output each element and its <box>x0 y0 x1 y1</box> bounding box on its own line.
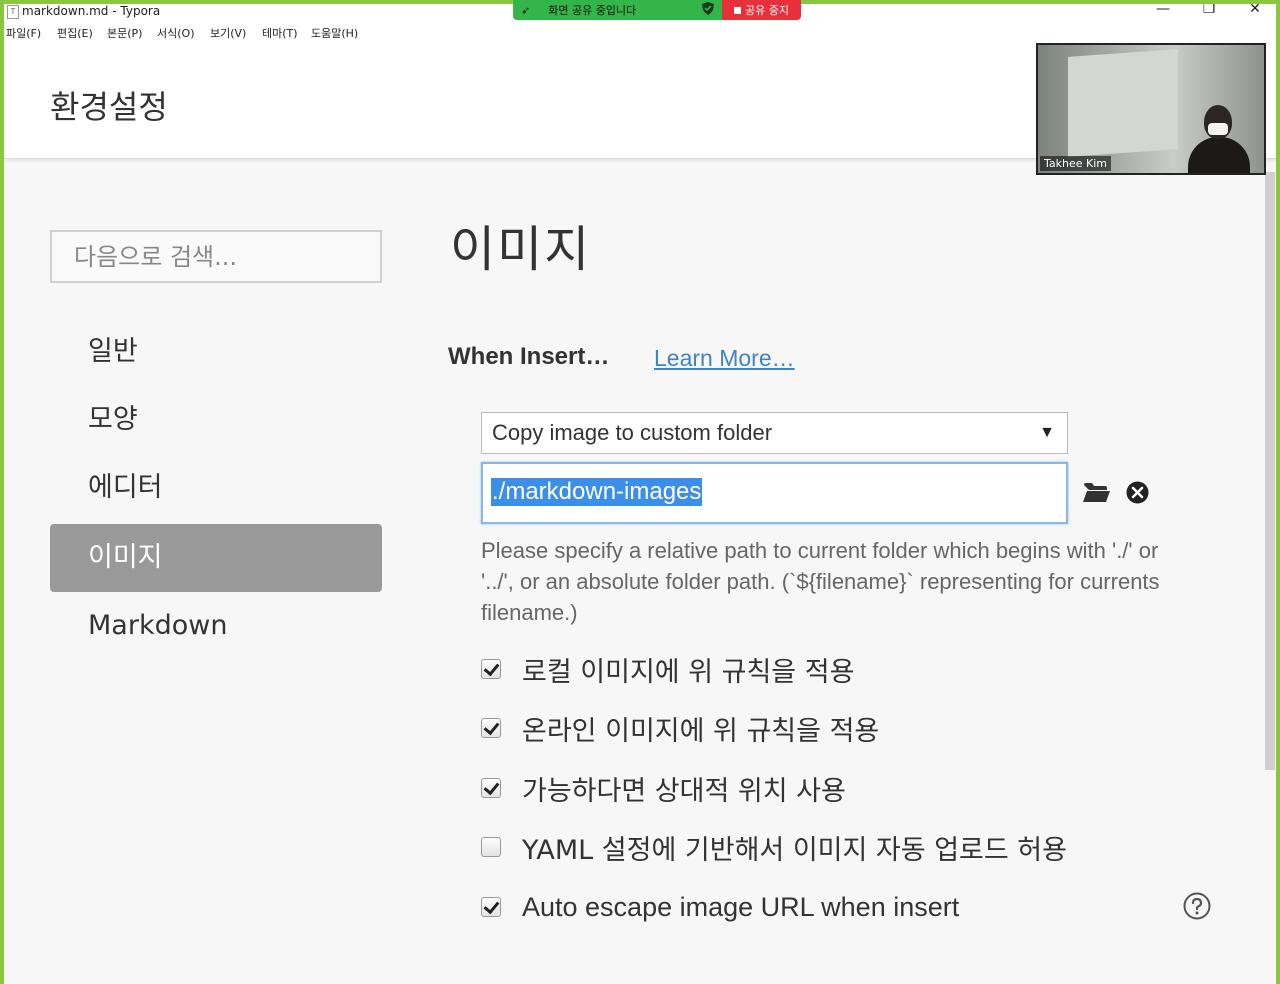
label-yaml-upload: YAML 설정에 기반해서 이미지 자동 업로드 허용 <box>522 834 1067 866</box>
search-box[interactable] <box>50 230 382 283</box>
menu-view[interactable]: 보기(V) <box>210 25 246 41</box>
share-status: ➶ 화면 공유 중입니다 <box>513 0 722 20</box>
option-yaml-upload[interactable]: YAML 설정에 기반해서 이미지 자동 업로드 허용 <box>481 829 1067 866</box>
shield-icon <box>702 2 714 18</box>
menu-file[interactable]: 파일(F) <box>6 25 41 41</box>
stop-icon <box>734 6 741 14</box>
sidebar-item-markdown[interactable]: Markdown <box>50 592 382 660</box>
option-apply-online[interactable]: 온라인 이미지에 위 규칙을 적용 <box>481 710 880 747</box>
minimize-button[interactable]: — <box>1148 1 1178 17</box>
label-relative-path: 가능하다면 상대적 위치 사용 <box>522 775 846 807</box>
when-insert-heading: When Insert… <box>448 343 610 370</box>
menu-help[interactable]: 도움말(H) <box>311 25 358 41</box>
sidebar-item-editor[interactable]: 에디터 <box>50 454 382 522</box>
label-auto-escape: Auto escape image URL when insert <box>522 891 960 922</box>
scrollbar[interactable] <box>1265 172 1275 770</box>
share-status-text: 화면 공유 중입니다 <box>548 4 637 17</box>
participant-name: Takhee Kim <box>1040 156 1111 171</box>
image-folder-value[interactable]: ./markdown-images <box>491 478 703 506</box>
label-apply-online: 온라인 이미지에 위 규칙을 적용 <box>522 715 880 747</box>
sidebar-item-general[interactable]: 일반 <box>50 318 382 386</box>
window-title: markdown.md - Typora <box>22 4 161 18</box>
sidebar-item-image[interactable]: 이미지 <box>50 524 382 592</box>
label-apply-local: 로컬 이미지에 위 규칙을 적용 <box>522 656 855 688</box>
participant-figure <box>1188 105 1250 173</box>
close-window-button[interactable]: ✕ <box>1240 1 1270 17</box>
option-relative-path[interactable]: 가능하다면 상대적 위치 사용 <box>481 770 846 807</box>
help-icon[interactable] <box>1183 892 1211 920</box>
folder-icon[interactable] <box>1083 482 1110 504</box>
clear-icon[interactable] <box>1126 481 1149 504</box>
screen-share-banner: ➶ 화면 공유 중입니다 공유 중지 <box>513 0 801 20</box>
video-thumbnail[interactable]: Takhee Kim <box>1036 43 1266 175</box>
path-hint: Please specify a relative path to curren… <box>481 538 1160 625</box>
page-title: 환경설정 <box>50 88 168 126</box>
checkbox-yaml-upload[interactable] <box>481 837 501 857</box>
app-icon: T <box>7 5 19 19</box>
checkbox-apply-local[interactable] <box>481 659 501 679</box>
whiteboard <box>1068 49 1178 157</box>
menu-format[interactable]: 서식(O) <box>157 25 194 41</box>
search-input[interactable] <box>52 232 380 281</box>
learn-more-link[interactable]: Learn More… <box>654 345 795 372</box>
stop-share-button[interactable]: 공유 중지 <box>722 0 801 20</box>
stop-share-label: 공유 중지 <box>745 4 789 17</box>
menu-paragraph[interactable]: 본문(P) <box>107 25 142 41</box>
menu-edit[interactable]: 편집(E) <box>57 25 93 41</box>
image-folder-input[interactable]: ./markdown-images <box>481 462 1068 524</box>
share-icon: ➶ <box>521 3 531 17</box>
option-apply-local[interactable]: 로컬 이미지에 위 규칙을 적용 <box>481 651 855 688</box>
checkbox-auto-escape[interactable] <box>481 897 501 917</box>
section-title: 이미지 <box>450 221 592 278</box>
select-value: Copy image to custom folder <box>492 420 773 445</box>
menu-bar: 파일(F) 편집(E) 본문(P) 서식(O) 보기(V) 테마(T) 도움말(… <box>0 22 1280 42</box>
sidebar-item-appearance[interactable]: 모양 <box>50 386 382 454</box>
restore-button[interactable]: ❐ <box>1194 1 1224 17</box>
dropdown-arrow-icon: ▼ <box>1039 424 1055 441</box>
checkbox-apply-online[interactable] <box>481 718 501 738</box>
checkbox-relative-path[interactable] <box>481 778 501 798</box>
menu-theme[interactable]: 테마(T) <box>262 25 298 41</box>
insert-action-select[interactable]: Copy image to custom folder ▼ <box>481 412 1068 454</box>
option-auto-escape[interactable]: Auto escape image URL when insert <box>481 889 959 925</box>
